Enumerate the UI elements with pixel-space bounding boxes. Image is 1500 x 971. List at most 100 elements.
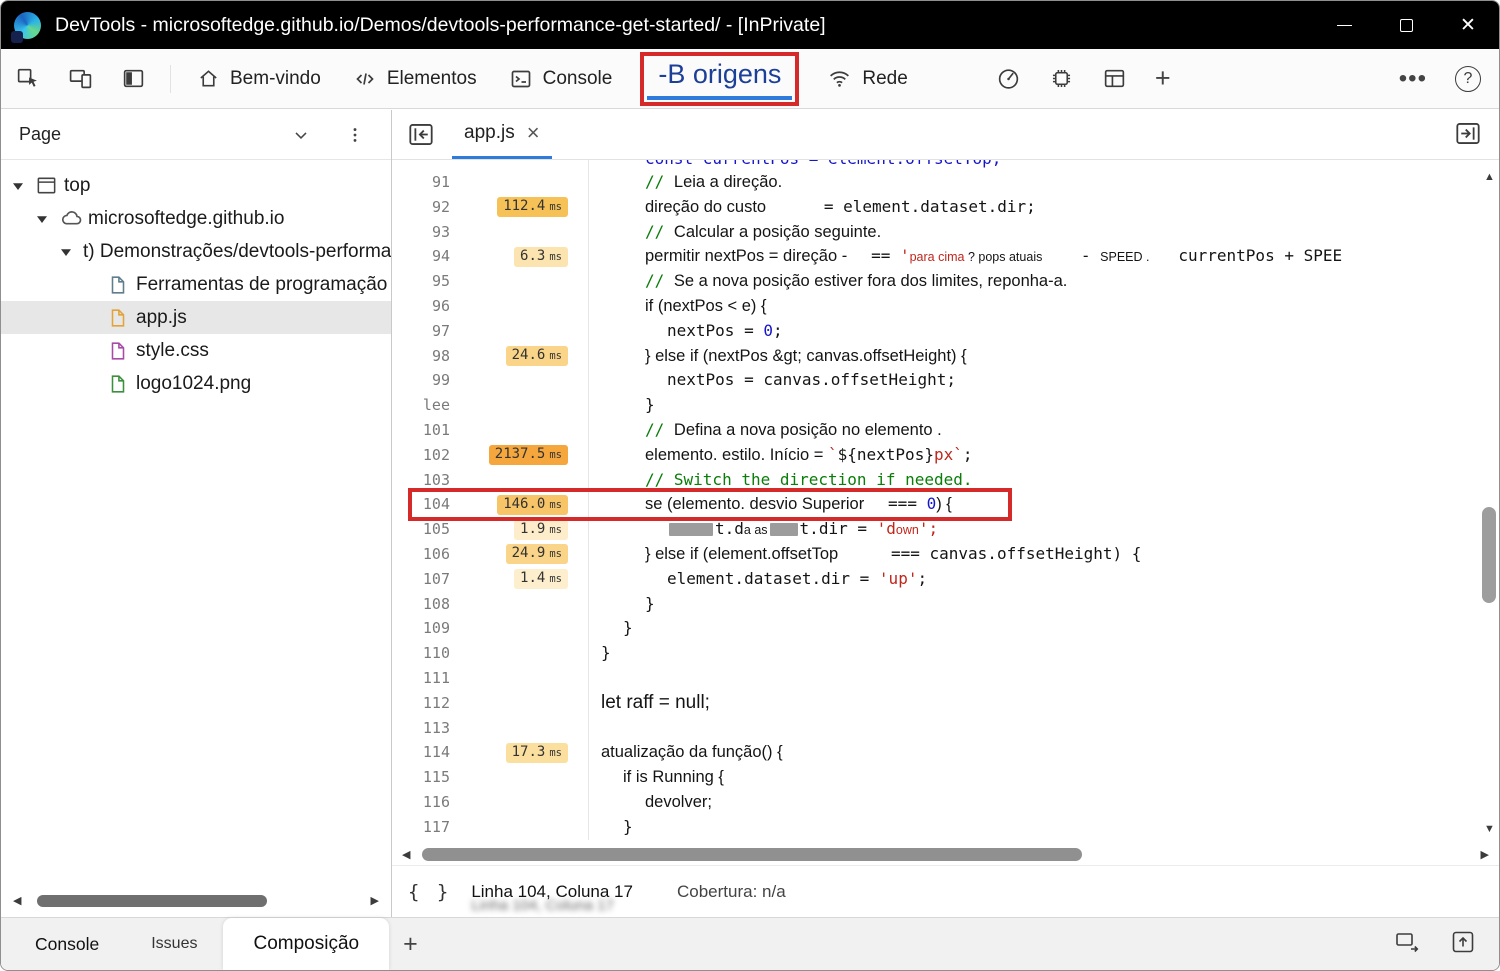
- line-number[interactable]: 107: [392, 567, 462, 592]
- tree-item-t-demonstra-es-devtools-performanc[interactable]: t) Demonstrações/devtools-performanc: [1, 235, 391, 268]
- tab-console[interactable]: Console: [493, 49, 629, 108]
- code-line-108[interactable]: 108}: [392, 591, 1499, 617]
- code-text[interactable]: }: [588, 591, 1499, 617]
- line-number[interactable]: 101: [392, 418, 462, 443]
- tree-item-top[interactable]: top: [1, 169, 391, 202]
- code-line-99[interactable]: 99 nextPos = canvas.offsetHeight;: [392, 368, 1499, 394]
- line-number[interactable]: 94: [392, 244, 462, 269]
- line-number[interactable]: 114: [392, 740, 462, 765]
- drawer-tab-composicao[interactable]: Composição: [223, 918, 390, 970]
- scroll-right-icon[interactable]: ▶: [1481, 849, 1489, 861]
- line-number[interactable]: 106: [392, 542, 462, 567]
- code-text[interactable]: // Calcular a posição seguinte.: [588, 219, 1499, 245]
- line-number[interactable]: 92: [392, 195, 462, 220]
- code-text[interactable]: direção do custo = element.dataset.dir;: [588, 194, 1499, 220]
- line-number[interactable]: 117: [392, 815, 462, 840]
- code-line-95[interactable]: 95 // Se a nova posição estiver fora dos …: [392, 269, 1499, 294]
- code-line-109[interactable]: 109}: [392, 616, 1499, 642]
- code-line-113[interactable]: 113: [392, 715, 1499, 741]
- scroll-left-icon[interactable]: ◀: [13, 895, 21, 907]
- line-number[interactable]: 104: [392, 492, 462, 517]
- code-text[interactable]: // Leia a direção.: [588, 170, 1499, 195]
- sidebar-horizontal-scrollbar[interactable]: ◀ ▶: [13, 893, 379, 909]
- line-number[interactable]: 91: [392, 170, 462, 195]
- code-text[interactable]: }: [588, 616, 1499, 642]
- line-number[interactable]: 97: [392, 319, 462, 344]
- expander-triangle-icon[interactable]: [11, 179, 35, 193]
- code-line-lee[interactable]: lee}: [392, 393, 1499, 418]
- expand-panel-button[interactable]: [1449, 929, 1477, 960]
- code-text[interactable]: if is Running {: [588, 765, 1499, 790]
- line-number[interactable]: 95: [392, 269, 462, 294]
- tree-item-logo1024-png[interactable]: logo1024.png: [1, 367, 391, 400]
- code-line[interactable]: const currentPos = element.offsetTop;: [392, 160, 1499, 170]
- code-text[interactable]: [588, 665, 1499, 691]
- code-text[interactable]: se (elemento. desvio Superior === 0) {: [588, 492, 1499, 518]
- expander-triangle-icon[interactable]: [59, 245, 83, 259]
- code-text[interactable]: nextPos = canvas.offsetHeight;: [588, 368, 1499, 394]
- line-number[interactable]: 99: [392, 368, 462, 393]
- add-tool-button[interactable]: +: [1141, 63, 1185, 94]
- code-line-105[interactable]: 105 1.9 ms t.da as t.dir = 'down';: [392, 517, 1499, 542]
- code-line-97[interactable]: 97 nextPos = 0;: [392, 318, 1499, 344]
- device-emulation-button[interactable]: [54, 66, 107, 91]
- code-line-102[interactable]: 102 2137.5 ms elemento. estilo. Início = `$…: [392, 442, 1499, 468]
- line-number[interactable]: 93: [392, 220, 462, 245]
- code-text[interactable]: } else if (element.offsetTop === canvas.…: [588, 541, 1499, 567]
- code-line-101[interactable]: 101 // Defina a nova posição no elemento …: [392, 417, 1499, 443]
- scroll-down-icon[interactable]: ▼: [1484, 824, 1495, 835]
- performance-button[interactable]: [982, 66, 1035, 91]
- code-text[interactable]: const currentPos = element.offsetTop;: [588, 160, 1499, 170]
- code-text[interactable]: [588, 715, 1499, 741]
- dock-console-button[interactable]: [1393, 929, 1421, 960]
- more-options-button[interactable]: •••: [1385, 65, 1441, 93]
- line-number[interactable]: 98: [392, 344, 462, 369]
- code-text[interactable]: if (nextPos < e) {: [588, 293, 1499, 319]
- scrollbar-thumb[interactable]: [37, 895, 268, 907]
- code-line-115[interactable]: 115 if is Running {: [392, 765, 1499, 790]
- tree-item-app-js[interactable]: app.js: [1, 301, 391, 334]
- code-line-103[interactable]: 103 // Switch the direction if needed.: [392, 467, 1499, 493]
- open-sidebar-button[interactable]: [1453, 120, 1483, 152]
- code-line-106[interactable]: 106 24.9 ms} else if (element.offsetTop ==…: [392, 541, 1499, 567]
- line-number[interactable]: 110: [392, 641, 462, 666]
- application-button[interactable]: [1088, 66, 1141, 91]
- navigator-toggle-button[interactable]: [406, 121, 436, 148]
- minimize-button[interactable]: [1313, 1, 1375, 49]
- code-line-107[interactable]: 107 1.4 ms element.dataset.dir = 'up';: [392, 566, 1499, 592]
- code-line-92[interactable]: 92 112.4 ms direção do custo = element.data…: [392, 194, 1499, 220]
- expander-triangle-icon[interactable]: [35, 212, 59, 226]
- inspect-button[interactable]: [1, 66, 54, 91]
- code-line-98[interactable]: 98 24.6 ms} else if (nextPos &gt; canvas.o…: [392, 343, 1499, 369]
- code-text[interactable]: }: [588, 814, 1499, 840]
- code-line-117[interactable]: 117}: [392, 814, 1499, 840]
- editor-horizontal-scrollbar[interactable]: ◀ ▶: [392, 845, 1499, 865]
- line-number[interactable]: [392, 160, 462, 170]
- line-number[interactable]: 103: [392, 468, 462, 493]
- code-text[interactable]: // Defina a nova posição no elemento .: [588, 417, 1499, 443]
- line-number[interactable]: 112: [392, 691, 462, 716]
- scrollbar-track[interactable]: [27, 893, 364, 909]
- line-number[interactable]: 96: [392, 294, 462, 319]
- code-line-94[interactable]: 94 6.3 ms permitir nextPos = direção - == '…: [392, 244, 1499, 270]
- add-drawer-tab-button[interactable]: +: [389, 918, 432, 970]
- tab-sources[interactable]: -B origens: [640, 51, 800, 106]
- memory-button[interactable]: [1035, 66, 1088, 91]
- kebab-menu-icon[interactable]: [345, 125, 365, 145]
- code-line-111[interactable]: 111: [392, 665, 1499, 691]
- tab-welcome[interactable]: Bem-vindo: [181, 49, 337, 108]
- code-text[interactable]: }: [588, 641, 1499, 666]
- code-text[interactable]: atualização da função() {: [588, 740, 1499, 766]
- code-line-91[interactable]: 91 // Leia a direção.: [392, 170, 1499, 195]
- code-editor[interactable]: const currentPos = element.offsetTop; 91 /…: [392, 160, 1499, 845]
- file-tab-appjs[interactable]: app.js ×: [452, 110, 552, 159]
- line-number[interactable]: lee: [392, 393, 462, 418]
- code-line-116[interactable]: 116 devolver;: [392, 789, 1499, 815]
- scroll-up-icon[interactable]: ▲: [1484, 172, 1495, 183]
- line-number[interactable]: 115: [392, 765, 462, 790]
- code-line-96[interactable]: 96 if (nextPos < e) {: [392, 293, 1499, 319]
- code-text[interactable]: }: [588, 393, 1499, 418]
- line-number[interactable]: 113: [392, 716, 462, 741]
- code-line-104[interactable]: 104 146.0 ms se (elemento. desvio Superior …: [392, 488, 1499, 522]
- code-text[interactable]: permitir nextPos = direção - == 'para ci…: [588, 244, 1499, 270]
